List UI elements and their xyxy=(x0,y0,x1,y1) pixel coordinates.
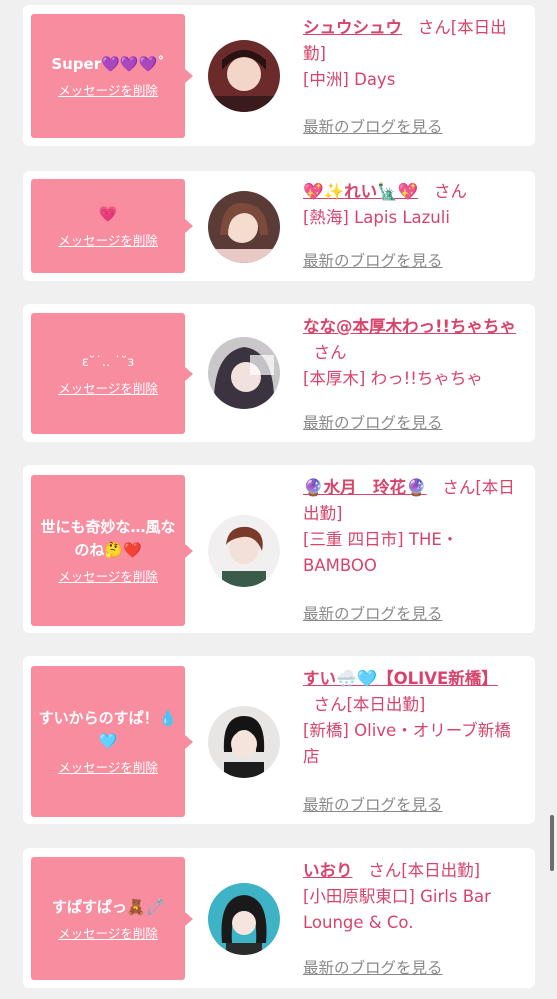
cast-name-link[interactable]: なな@本厚木わっ!!ちゃちゃ xyxy=(303,317,516,336)
delete-message-link[interactable]: メッセージを削除 xyxy=(58,566,158,585)
latest-blog-link[interactable]: 最新のブログを見る xyxy=(303,793,443,815)
latest-blog-link[interactable]: 最新のブログを見る xyxy=(303,115,443,137)
latest-blog-link[interactable]: 最新のブログを見る xyxy=(303,602,443,624)
avatar[interactable] xyxy=(208,40,280,112)
shop-name: [本厚木] わっ!!ちゃちゃ xyxy=(303,369,483,388)
latest-blog-link[interactable]: 最新のブログを見る xyxy=(303,956,443,978)
shop-name: [三重 四日市] THE・BAMBOO xyxy=(303,530,459,575)
message-card: 💗 メッセージを削除 💖✨れい🗽💖 さん [熱海] Lapis Lazuli 最… xyxy=(23,171,535,281)
delete-message-link[interactable]: メッセージを削除 xyxy=(58,80,158,99)
message-bubble: ε˘˙.. ˙˘з メッセージを削除 xyxy=(31,313,193,434)
work-status: [本日出勤] xyxy=(401,861,481,880)
avatar[interactable] xyxy=(208,883,280,955)
delete-message-link[interactable]: メッセージを削除 xyxy=(58,757,158,776)
cast-info: シュウシュウ さん[本日出勤] [中洲] Days xyxy=(303,15,525,93)
message-card: Super💜💜💜˚ メッセージを削除 シュウシュウ さん[本日出勤] [中洲] … xyxy=(23,5,535,146)
cast-name-link[interactable]: いおり xyxy=(303,861,353,880)
latest-blog-link[interactable]: 最新のブログを見る xyxy=(303,249,443,271)
message-card: ε˘˙.. ˙˘з メッセージを削除 なな@本厚木わっ!!ちゃちゃ さん [本厚… xyxy=(23,304,535,442)
shop-name: [中洲] Days xyxy=(303,70,396,89)
cast-info: なな@本厚木わっ!!ちゃちゃ さん [本厚木] わっ!!ちゃちゃ xyxy=(303,314,525,392)
shop-name: [熱海] Lapis Lazuli xyxy=(303,208,450,227)
avatar[interactable] xyxy=(208,706,280,778)
shop-name: [新橋] Olive・オリーブ新橋店 xyxy=(303,721,511,766)
message-bubble: すぱすぱっ🧸🧷 メッセージを削除 xyxy=(31,857,193,980)
message-text: Super💜💜💜˚ xyxy=(51,55,165,73)
delete-message-link[interactable]: メッセージを削除 xyxy=(58,230,158,249)
cast-info: すい🌨️🩵【OLIVE新橋】 さん[本日出勤] [新橋] Olive・オリーブ新… xyxy=(303,666,525,770)
message-card: すいからのすぱ！💧🩵 メッセージを削除 すい🌨️🩵【OLIVE新橋】 さん[本日… xyxy=(23,656,535,824)
delete-message-link[interactable]: メッセージを削除 xyxy=(58,378,158,397)
cast-info: 🔮水月 玲花🔮 さん[本日出勤] [三重 四日市] THE・BAMBOO xyxy=(303,475,525,579)
honorific: さん xyxy=(442,478,476,497)
message-text: ε˘˙.. ˙˘з xyxy=(81,354,135,370)
message-text: 💗 xyxy=(98,205,118,223)
avatar[interactable] xyxy=(208,515,280,587)
cast-info: いおり さん[本日出勤] [小田原駅東口] Girls Bar Lounge &… xyxy=(303,858,525,936)
shop-name: [小田原駅東口] Girls Bar Lounge & Co. xyxy=(303,887,491,932)
message-text: 世にも奇妙な…風なのね🤔❤️ xyxy=(40,518,176,559)
avatar[interactable] xyxy=(208,337,280,409)
message-card: 世にも奇妙な…風なのね🤔❤️ メッセージを削除 🔮水月 玲花🔮 さん[本日出勤]… xyxy=(23,465,535,633)
cast-name-link[interactable]: 💖✨れい🗽💖 xyxy=(303,182,418,201)
message-text: すいからのすぱ！💧🩵 xyxy=(38,709,178,750)
avatar[interactable] xyxy=(208,191,280,263)
message-text: すぱすぱっ🧸🧷 xyxy=(51,897,165,916)
message-card: すぱすぱっ🧸🧷 メッセージを削除 いおり さん[本日出勤] [小田原駅東口] G… xyxy=(23,848,535,988)
cast-name-link[interactable]: 🔮水月 玲花🔮 xyxy=(303,478,427,497)
honorific: さん xyxy=(313,343,347,362)
cast-name-link[interactable]: すい🌨️🩵【OLIVE新橋】 xyxy=(303,669,498,688)
cast-name-link[interactable]: シュウシュウ xyxy=(303,18,402,37)
latest-blog-link[interactable]: 最新のブログを見る xyxy=(303,411,443,433)
scrollbar[interactable] xyxy=(550,815,554,871)
honorific: さん xyxy=(417,18,451,37)
cast-info: 💖✨れい🗽💖 さん [熱海] Lapis Lazuli xyxy=(303,179,525,231)
message-bubble: 💗 メッセージを削除 xyxy=(31,179,193,273)
honorific: さん xyxy=(368,861,402,880)
honorific: さん xyxy=(433,182,467,201)
honorific: さん xyxy=(313,695,347,714)
message-bubble: Super💜💜💜˚ メッセージを削除 xyxy=(31,14,193,138)
message-bubble: すいからのすぱ！💧🩵 メッセージを削除 xyxy=(31,666,193,817)
message-bubble: 世にも奇妙な…風なのね🤔❤️ メッセージを削除 xyxy=(31,475,193,626)
delete-message-link[interactable]: メッセージを削除 xyxy=(58,923,158,942)
work-status: [本日出勤] xyxy=(346,695,426,714)
